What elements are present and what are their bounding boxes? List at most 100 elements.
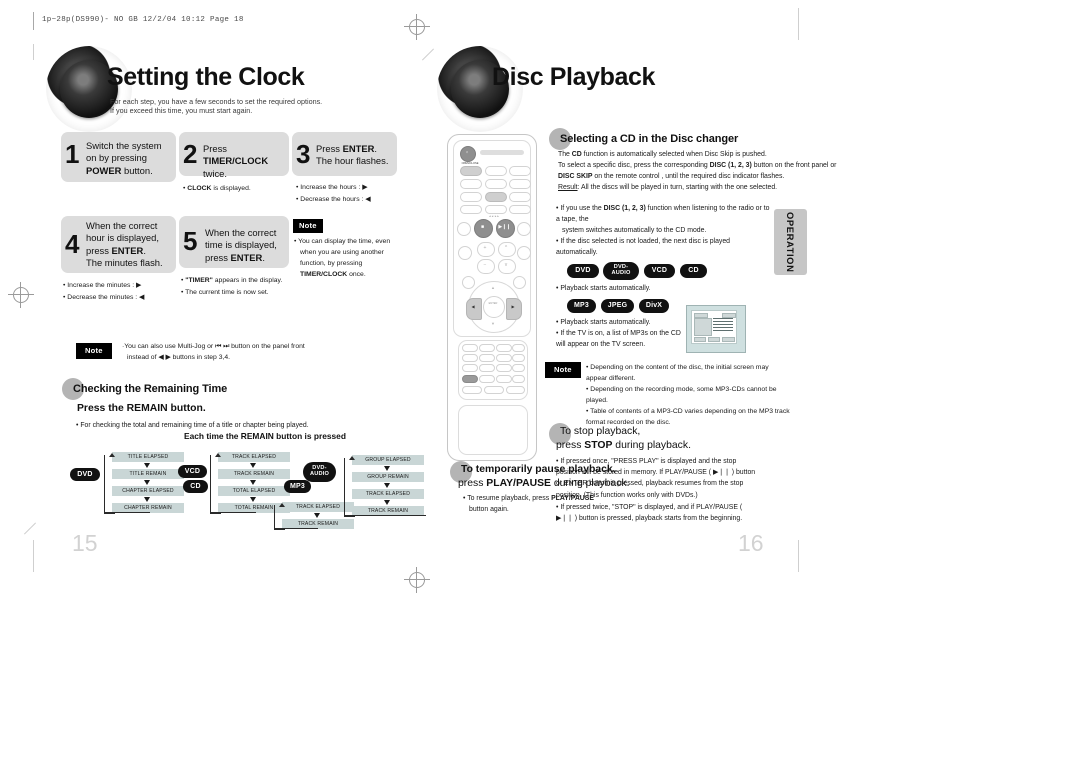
remote-skip-forward-button[interactable] — [517, 222, 531, 236]
remote-keypad-5[interactable] — [479, 354, 495, 362]
remote-skip-back-button[interactable] — [457, 222, 471, 236]
remote-button-r2c3[interactable] — [509, 179, 531, 189]
p3-post: : All the discs will be played in turn, … — [577, 184, 778, 192]
flow-vcd-cell-1: TRACK REMAIN — [218, 469, 290, 479]
badge-flow-mp3: MP3 — [284, 480, 311, 493]
remote-keypad-f[interactable] — [462, 386, 482, 394]
remote-keypad-1[interactable] — [462, 344, 478, 352]
remote-remain-button[interactable] — [462, 375, 478, 383]
flow-vcd-loop — [210, 455, 221, 514]
page-rule-left — [33, 44, 34, 60]
tv-footer-mid — [708, 337, 720, 342]
remaining-bullet-text: For checking the total and remaining tim… — [80, 422, 309, 429]
badge-divx: DivX — [639, 299, 669, 313]
step-4-line3-bold: ENTER — [111, 244, 144, 256]
remote-enter-button[interactable] — [483, 296, 505, 318]
remote-side-button-right[interactable] — [517, 246, 531, 260]
remote-nav-down-icon: ▼ — [491, 321, 495, 326]
remote-button-r3c3[interactable] — [509, 192, 531, 202]
right-section-title: Selecting a CD in the Disc changer — [560, 133, 739, 145]
sel-bullet-0-cont: system switches automatically to the CD … — [562, 227, 707, 235]
step-1-text: Switch the system on by pressing POWER b… — [86, 140, 174, 177]
remote-play-pause-icon: ▶❙❙ — [498, 224, 511, 230]
remote-keypad-9[interactable] — [496, 364, 512, 372]
remote-keypad-g[interactable] — [484, 386, 504, 394]
remote-side-button-left[interactable] — [458, 246, 472, 260]
flow-vcd-loop-bottom — [210, 512, 256, 513]
right-page-number: 16 — [738, 530, 764, 556]
remote-keypad-a[interactable] — [512, 344, 525, 352]
remote-button-r4c1[interactable] — [460, 205, 482, 214]
flow-mp3-arrow-0 — [314, 513, 320, 518]
remote-keypad-3[interactable] — [496, 344, 512, 352]
step-3-line1-pre: Press — [316, 143, 343, 154]
remote-corner-button-tr[interactable] — [513, 276, 526, 289]
p2-post: on the remote control , until the requir… — [592, 173, 785, 181]
step-2-bullets: CLOCK is displayed. — [183, 183, 283, 195]
remote-keypad-4[interactable] — [462, 354, 478, 362]
badge-flow-dvd: DVD — [70, 468, 100, 481]
remote-keypad-6[interactable] — [496, 354, 512, 362]
step-1-line2: on by pressing — [86, 152, 147, 164]
step-5-bullet-1: The current time is now set. — [181, 287, 296, 299]
step-5-bullets: "TIMER" appears in the display. The curr… — [181, 275, 296, 299]
page-rule-bottom-left — [33, 540, 34, 572]
pause-line2-pre: press — [458, 478, 487, 489]
corner-mark-topright — [420, 40, 436, 61]
remote-button-r1c3[interactable] — [509, 166, 531, 176]
flow-dvdaudio-loop-bottom — [344, 515, 426, 516]
flow-mp3-loop-bottom — [274, 528, 318, 529]
pause-bullet-pre: To resume playback, press — [467, 495, 552, 502]
step-5-line2: time is displayed, — [205, 239, 277, 251]
manual-page-spread: 1p~28p(DS990)- NO GB 12/2/04 10:12 Page … — [0, 0, 1080, 763]
remote-keypad-h[interactable] — [506, 386, 525, 394]
flow-dvdaudio-arrow-2 — [384, 500, 390, 505]
flow-mp3-loop — [274, 505, 285, 530]
remote-power-button[interactable] — [460, 146, 476, 162]
remote-button-r2c2[interactable] — [485, 179, 507, 189]
step-4-bullets: Increase the minutes : ▶ Decrease the mi… — [63, 280, 173, 304]
remote-keypad-8[interactable] — [479, 364, 495, 372]
step-5-line3-pre: press — [205, 251, 231, 263]
corner-mark-bottomleft — [22, 520, 38, 536]
remote-nav-left[interactable] — [466, 298, 482, 320]
remote-keypad-0[interactable] — [479, 375, 495, 383]
remote-button-r2c1[interactable] — [460, 179, 482, 189]
remote-nav-right[interactable] — [506, 298, 522, 320]
badge-dvd: DVD — [567, 264, 599, 278]
remote-keypad-e[interactable] — [512, 375, 525, 383]
remote-button-r4c3[interactable] — [509, 205, 531, 214]
remote-open-close-button[interactable] — [460, 166, 482, 176]
selecting-cd-line-3: Result: All the discs will be played in … — [558, 182, 858, 193]
step-note-body: You can display the time, even when you … — [294, 236, 400, 280]
right-note-bullet-1: Depending on the recording mode, some MP… — [586, 384, 791, 406]
step-4-bullet-0: Increase the minutes : ▶ — [63, 280, 173, 292]
badge-row-2-bullet-0-text: Playback starts automatically. — [560, 319, 651, 326]
remote-keypad-b[interactable] — [512, 354, 525, 362]
right-note-bullet-0: Depending on the content of the disc, th… — [586, 362, 791, 384]
selecting-cd-line-0: The CD function is automatically selecte… — [558, 149, 858, 160]
remote-corner-button-tl[interactable] — [462, 276, 475, 289]
print-file-stamp: 1p~28p(DS990)- NO GB 12/2/04 10:12 Page … — [42, 16, 244, 24]
remote-keypad-2[interactable] — [479, 344, 495, 352]
remote-ir-window — [480, 150, 524, 155]
remaining-bullet: • For checking the total and remaining t… — [76, 422, 309, 429]
flow-dvd-cell-0: TITLE ELAPSED — [112, 452, 184, 462]
remote-keypad-c[interactable] — [512, 364, 525, 372]
remote-button-r3c1[interactable] — [460, 192, 482, 202]
flow-dvd-arrow-0 — [144, 463, 150, 468]
remote-keypad-d[interactable] — [496, 375, 512, 383]
step-2-text: Press TIMER/CLOCK twice. — [203, 143, 288, 180]
badge-row-1-bullet-0: • Playback starts automatically. — [556, 285, 651, 292]
flow-vcd-cell-2: TOTAL ELAPSED — [218, 486, 290, 496]
step-1-number: 1 — [65, 139, 80, 169]
remote-timer-clock-button[interactable] — [485, 192, 507, 202]
step-3-line1-post: . — [374, 143, 377, 154]
remaining-center-head: Each time the REMAIN button is pressed — [184, 431, 346, 441]
remote-keypad-7[interactable] — [462, 364, 478, 372]
remote-button-r4c2[interactable] — [485, 205, 507, 214]
step-3-number: 3 — [296, 139, 311, 169]
p1-pre: To select a specific disc, press the cor… — [558, 162, 710, 170]
p2-b1: DISC SKIP — [558, 173, 593, 181]
remote-button-r1c2[interactable] — [485, 166, 507, 176]
